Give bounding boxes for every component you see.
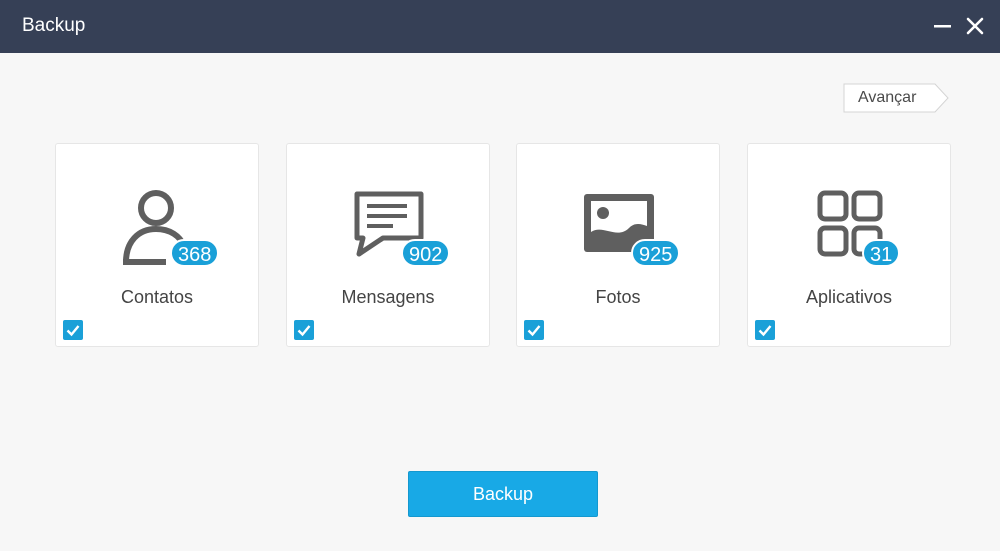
- advance-button[interactable]: Avançar: [843, 83, 949, 113]
- checkmark-icon: [66, 325, 80, 337]
- close-icon: [966, 17, 984, 35]
- minimize-icon: [934, 25, 951, 28]
- advance-label: Avançar: [858, 89, 917, 106]
- card-messages[interactable]: 902 Mensagens: [286, 143, 490, 347]
- card-apps[interactable]: 31 Aplicativos: [747, 143, 951, 347]
- messages-label: Mensagens: [341, 287, 435, 307]
- contacts-label: Contatos: [120, 287, 194, 307]
- apps-label: Aplicativos: [805, 287, 893, 307]
- contacts-count-badge: 368: [170, 239, 220, 267]
- backup-button[interactable]: Backup: [408, 471, 598, 517]
- window-title: Backup: [22, 15, 86, 36]
- card-contacts[interactable]: 368 Contatos: [55, 143, 259, 347]
- messages-count-badge: 902: [401, 239, 451, 267]
- checkmark-icon: [758, 325, 772, 337]
- backup-panel: Avançar 368 Contatos 902 Mensagens 925 F…: [0, 53, 1000, 551]
- close-button[interactable]: [958, 10, 990, 42]
- minimize-button[interactable]: [926, 10, 958, 42]
- photos-label: Fotos: [595, 287, 641, 307]
- contacts-checkbox[interactable]: [63, 320, 83, 340]
- messages-checkbox[interactable]: [294, 320, 314, 340]
- photos-checkbox[interactable]: [524, 320, 544, 340]
- photos-count-badge: 925: [631, 239, 681, 267]
- apps-count-badge: 31: [862, 239, 901, 267]
- apps-checkbox[interactable]: [755, 320, 775, 340]
- checkmark-icon: [297, 325, 311, 337]
- title-bar: Backup: [0, 0, 1000, 53]
- checkmark-icon: [527, 325, 541, 337]
- card-photos[interactable]: 925 Fotos: [516, 143, 720, 347]
